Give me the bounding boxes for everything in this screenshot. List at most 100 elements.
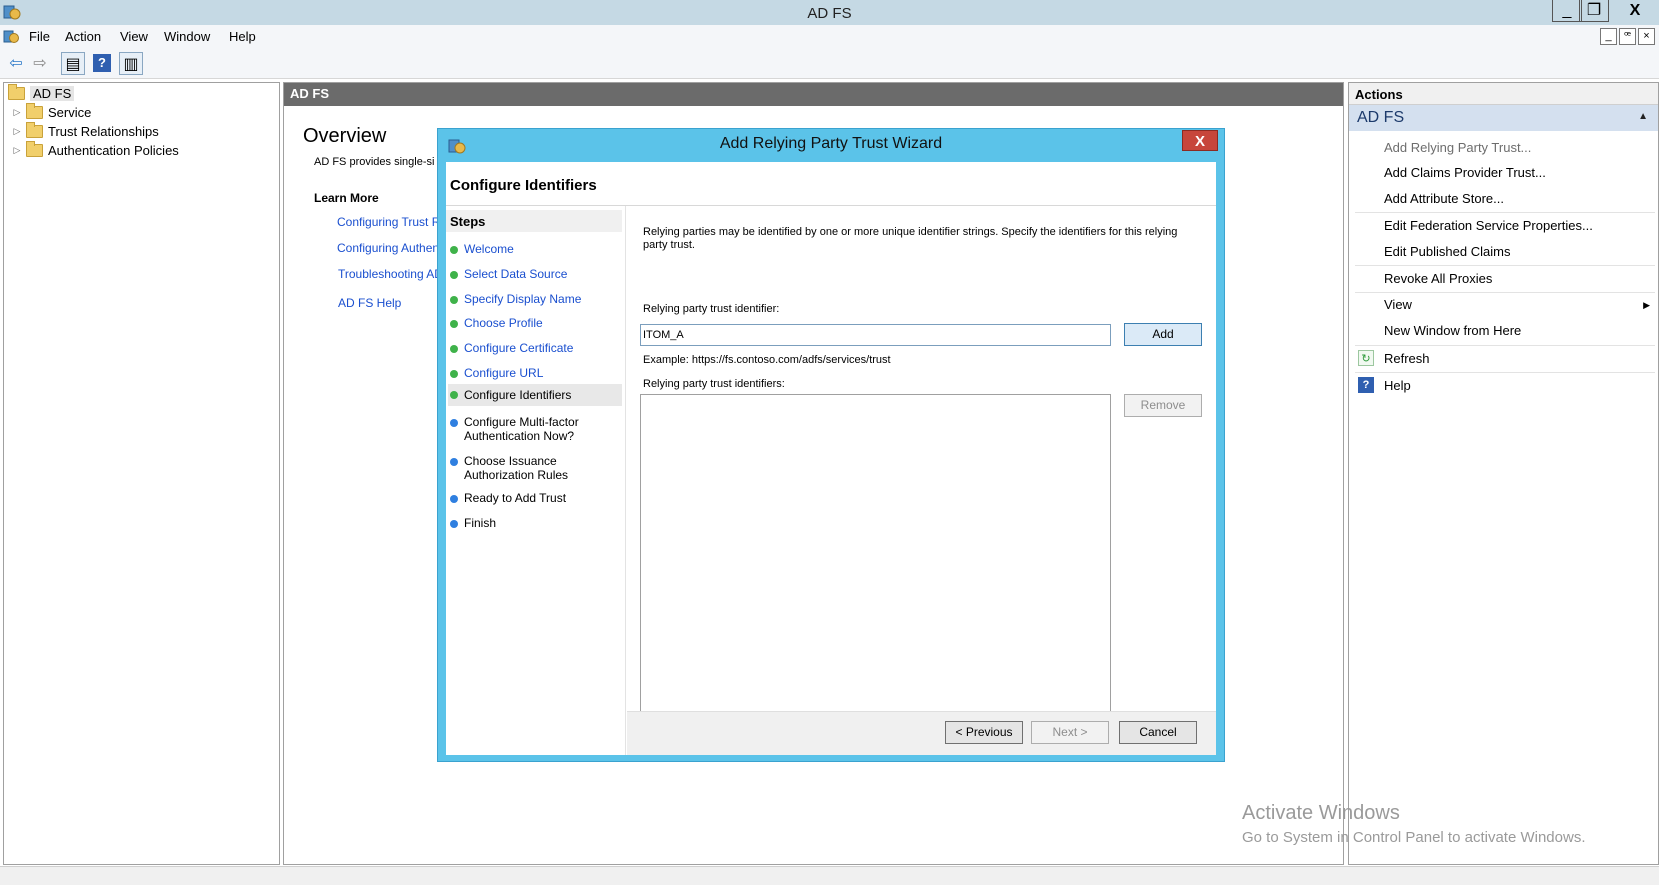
action-add-claims-provider-trust[interactable]: Add Claims Provider Trust... xyxy=(1384,165,1546,180)
tree-item-service[interactable]: ▷ Service xyxy=(12,103,91,122)
submenu-arrow-icon: ▶ xyxy=(1643,300,1650,310)
step-configure-certificate[interactable]: Configure Certificate xyxy=(464,341,573,355)
step-finish: Finish xyxy=(464,516,497,530)
step-pending-icon xyxy=(450,495,458,503)
cancel-button[interactable]: Cancel xyxy=(1119,721,1197,744)
menu-help[interactable]: Help xyxy=(229,29,256,44)
action-help[interactable]: Help xyxy=(1384,378,1411,393)
tree-item-authentication-policies[interactable]: ▷ Authentication Policies xyxy=(12,141,179,160)
previous-button[interactable]: < Previous xyxy=(945,721,1023,744)
activate-windows-message: Go to System in Control Panel to activat… xyxy=(1242,829,1586,846)
collapse-arrow-icon[interactable]: ▲ xyxy=(1638,111,1648,122)
show-hide-action-pane-icon[interactable]: ▥ xyxy=(119,52,143,75)
menu-action[interactable]: Action xyxy=(65,29,101,44)
step-complete-icon xyxy=(450,246,458,254)
add-identifier-button[interactable]: Add xyxy=(1124,323,1202,346)
step-configure-url[interactable]: Configure URL xyxy=(464,366,543,380)
action-add-attribute-store[interactable]: Add Attribute Store... xyxy=(1384,191,1504,206)
link-troubleshooting[interactable]: Troubleshooting AD xyxy=(338,267,443,281)
close-button[interactable]: X xyxy=(1616,0,1654,22)
step-specify-display-name[interactable]: Specify Display Name xyxy=(464,292,581,306)
results-pane-header: AD FS xyxy=(284,83,1343,106)
mmc-icon[interactable] xyxy=(3,28,20,45)
tree-item-label: Trust Relationships xyxy=(48,124,159,139)
actions-header: Actions xyxy=(1349,83,1658,105)
step-pending-icon xyxy=(450,458,458,466)
menu-bar: File Action View Window Help _ ꟹ × xyxy=(0,25,1659,49)
show-hide-tree-icon[interactable]: ▤ xyxy=(61,52,85,75)
maximize-button[interactable]: ❐ xyxy=(1579,0,1609,22)
refresh-icon: ↻ xyxy=(1358,350,1374,366)
toolbar: ⇦ ⇨ ▤ ? ▥ xyxy=(0,49,1659,79)
action-new-window-from-here[interactable]: New Window from Here xyxy=(1384,323,1521,338)
folder-icon xyxy=(26,122,43,138)
window-title: AD FS xyxy=(807,5,852,22)
identifiers-list-label: Relying party trust identifiers: xyxy=(643,378,785,390)
actions-section-adfs[interactable]: AD FS ▲ xyxy=(1349,105,1658,131)
actions-pane: Actions AD FS ▲ Add Relying Party Trust.… xyxy=(1348,82,1659,865)
wizard-content-pane: Relying parties may be identified by one… xyxy=(627,206,1216,755)
action-add-relying-party-trust[interactable]: Add Relying Party Trust... xyxy=(1384,140,1531,155)
identifier-label: Relying party trust identifier: xyxy=(643,303,780,315)
action-view[interactable]: View xyxy=(1384,297,1658,312)
help-icon[interactable]: ? xyxy=(93,54,111,72)
minimize-button[interactable]: _ xyxy=(1552,0,1582,22)
overview-description: AD FS provides single-si xyxy=(314,156,435,168)
expand-arrow-icon[interactable]: ▷ xyxy=(12,107,22,118)
tree-item-trust-relationships[interactable]: ▷ Trust Relationships xyxy=(12,122,159,141)
wizard-title: Add Relying Party Trust Wizard xyxy=(719,135,943,152)
identifier-example: Example: https://fs.contoso.com/adfs/ser… xyxy=(643,354,891,366)
link-adfs-help[interactable]: AD FS Help xyxy=(338,296,401,310)
link-configuring-authentication[interactable]: Configuring Authent xyxy=(337,241,442,255)
mdi-restore-button[interactable]: ꟹ xyxy=(1619,28,1636,45)
menu-file[interactable]: File xyxy=(29,29,50,44)
add-relying-party-trust-wizard: Add Relying Party Trust Wizard X Configu… xyxy=(437,128,1225,762)
relying-party-identifier-input[interactable] xyxy=(640,324,1111,346)
steps-title: Steps xyxy=(446,210,622,232)
mdi-controls: _ ꟹ × xyxy=(1600,28,1655,45)
action-edit-federation-service-properties[interactable]: Edit Federation Service Properties... xyxy=(1384,218,1593,233)
remove-identifier-button[interactable]: Remove xyxy=(1124,394,1202,417)
action-edit-published-claims[interactable]: Edit Published Claims xyxy=(1384,244,1510,259)
step-complete-icon xyxy=(450,320,458,328)
expand-arrow-icon[interactable]: ▷ xyxy=(12,126,22,137)
mdi-close-button[interactable]: × xyxy=(1638,28,1655,45)
step-welcome[interactable]: Welcome xyxy=(464,242,514,256)
help-icon: ? xyxy=(1358,377,1374,393)
tree-item-label: AD FS xyxy=(30,86,75,101)
menu-window[interactable]: Window xyxy=(164,29,210,44)
identifiers-description: Relying parties may be identified by one… xyxy=(643,226,1178,251)
step-complete-icon xyxy=(450,391,458,399)
overview-title: Overview xyxy=(303,125,387,147)
window-titlebar: AD FS _ ❐ X xyxy=(0,0,1659,25)
step-choose-profile[interactable]: Choose Profile xyxy=(464,316,543,330)
back-arrow-icon[interactable]: ⇦ xyxy=(4,52,28,75)
step-complete-icon xyxy=(450,271,458,279)
mdi-minimize-button[interactable]: _ xyxy=(1600,28,1617,45)
menu-view[interactable]: View xyxy=(120,29,148,44)
expand-arrow-icon[interactable]: ▷ xyxy=(12,145,22,156)
action-revoke-all-proxies[interactable]: Revoke All Proxies xyxy=(1384,271,1492,286)
forward-arrow-icon[interactable]: ⇨ xyxy=(28,52,52,75)
step-configure-mfa: Configure Multi-factor Authentication No… xyxy=(464,415,579,443)
next-button[interactable]: Next > xyxy=(1031,721,1109,744)
step-complete-icon xyxy=(450,370,458,378)
folder-icon xyxy=(26,103,43,119)
wizard-steps-pane: Steps Welcome Select Data Source Specify… xyxy=(446,206,626,755)
step-complete-icon xyxy=(450,296,458,304)
action-refresh[interactable]: Refresh xyxy=(1384,351,1430,366)
step-select-data-source[interactable]: Select Data Source xyxy=(464,267,567,281)
step-configure-identifiers: Configure Identifiers xyxy=(448,384,622,406)
step-complete-icon xyxy=(450,345,458,353)
link-configuring-trust[interactable]: Configuring Trust R xyxy=(337,215,440,229)
action-view-label: View xyxy=(1384,297,1412,312)
step-ready-to-add-trust: Ready to Add Trust xyxy=(464,491,567,505)
activate-windows-title: Activate Windows xyxy=(1242,802,1400,824)
tree-item-adfs[interactable]: AD FS xyxy=(8,84,75,103)
relying-party-identifiers-list[interactable] xyxy=(640,394,1111,735)
wizard-close-button[interactable]: X xyxy=(1182,130,1218,151)
console-tree: AD FS ▷ Service ▷ Trust Relationships ▷ … xyxy=(3,82,280,865)
folder-icon xyxy=(26,141,43,157)
action-separator xyxy=(1355,345,1655,346)
status-bar xyxy=(0,866,1659,885)
